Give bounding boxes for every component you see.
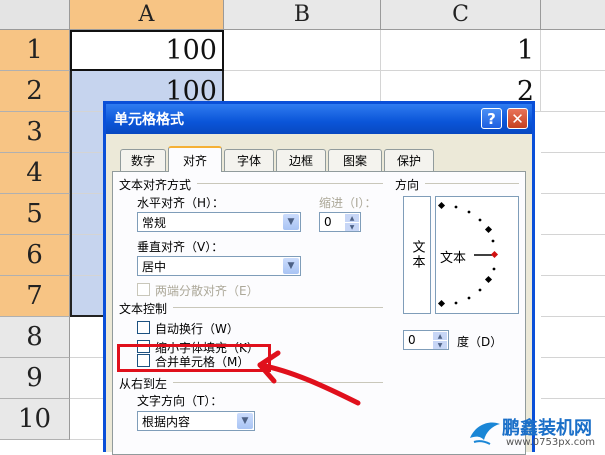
column-header-a[interactable]: A <box>70 0 224 30</box>
group-divider <box>173 307 383 308</box>
cell-c1[interactable]: 1 <box>381 30 541 71</box>
column-header-c[interactable]: C <box>381 0 541 30</box>
select-all-corner[interactable] <box>0 0 70 30</box>
wrap-text-checkbox[interactable] <box>137 321 150 334</box>
text-control-group-label: 文本控制 <box>119 302 168 316</box>
row-header-8[interactable]: 8 <box>0 317 70 358</box>
spin-up-icon[interactable]: ▲ <box>345 214 359 222</box>
orientation-dial[interactable]: 文本 <box>435 196 519 314</box>
cell-d7[interactable] <box>541 276 605 317</box>
cell-d6[interactable] <box>541 235 605 276</box>
row-header-2[interactable]: 2 <box>0 71 70 112</box>
text-direction-select[interactable]: 根据内容 ▼ <box>137 411 255 431</box>
right-to-left-group-label: 从右到左 <box>119 377 168 391</box>
chevron-down-icon[interactable]: ▼ <box>283 214 299 230</box>
tab-patterns[interactable]: 图案 <box>328 149 382 171</box>
row-header-10[interactable]: 10 <box>0 399 70 440</box>
cell-d5[interactable] <box>541 194 605 235</box>
cell-d4[interactable] <box>541 153 605 194</box>
cell-d1[interactable] <box>541 30 605 71</box>
horizontal-align-label: 水平对齐（H）： <box>137 196 225 210</box>
dialog-title: 单元格格式 <box>114 112 184 128</box>
row-header-7[interactable]: 7 <box>0 276 70 317</box>
chevron-down-icon[interactable]: ▼ <box>283 258 299 274</box>
vertical-text-sample: 文本 <box>409 240 425 270</box>
text-direction-label: 文字方向（T）： <box>137 394 223 408</box>
horizontal-align-select[interactable]: 常规 ▼ <box>137 212 301 232</box>
tab-border[interactable]: 边框 <box>276 149 326 171</box>
cell-d3[interactable] <box>541 112 605 153</box>
text-alignment-group-label: 文本对齐方式 <box>119 178 192 192</box>
wrap-text-label: 自动换行（W） <box>155 322 239 336</box>
vertical-text-orientation[interactable]: 文本 <box>403 196 431 314</box>
alignment-panel: 文本对齐方式 水平对齐（H）： 常规 ▼ 缩进（I）： 0 ▲ ▼ 垂直对齐（V… <box>112 171 526 455</box>
degrees-value: 0 <box>408 333 416 347</box>
vertical-align-label: 垂直对齐（V）： <box>137 240 224 254</box>
watermark-url: www.0753px.com <box>506 437 596 448</box>
column-header-b[interactable]: B <box>224 0 381 30</box>
justify-distributed-label: 两端分散对齐（E） <box>155 284 259 298</box>
cell-d8[interactable] <box>541 317 605 358</box>
cell-a1[interactable]: 100 <box>70 30 224 71</box>
horizontal-text-sample: 文本 <box>440 251 467 266</box>
row-header-3[interactable]: 3 <box>0 112 70 153</box>
vertical-align-select[interactable]: 居中 ▼ <box>137 256 301 276</box>
cell-d9[interactable] <box>541 358 605 399</box>
indent-value: 0 <box>324 215 332 229</box>
merge-cells-checkbox[interactable] <box>137 354 150 367</box>
spin-down-icon[interactable]: ▼ <box>433 341 447 349</box>
text-direction-value: 根据内容 <box>142 414 191 429</box>
spin-down-icon[interactable]: ▼ <box>345 223 359 231</box>
cell-d2[interactable] <box>541 71 605 112</box>
row-header-1[interactable]: 1 <box>0 30 70 71</box>
indent-label: 缩进（I）： <box>319 196 377 210</box>
justify-distributed-checkbox[interactable] <box>137 283 150 296</box>
row-header-4[interactable]: 4 <box>0 153 70 194</box>
dialog-titlebar[interactable]: 单元格格式 ? ✕ <box>106 104 532 134</box>
degrees-label: 度（D） <box>457 335 503 349</box>
indent-stepper[interactable]: 0 ▲ ▼ <box>319 212 361 232</box>
group-divider <box>197 183 383 184</box>
tab-protection[interactable]: 保护 <box>384 149 434 171</box>
column-header-d[interactable] <box>541 0 605 30</box>
orientation-group-label: 方向 <box>395 178 420 192</box>
tab-font[interactable]: 字体 <box>224 149 274 171</box>
help-button[interactable]: ? <box>481 108 502 129</box>
dolphin-logo-icon <box>470 422 500 445</box>
vertical-align-value: 居中 <box>142 259 167 274</box>
close-button[interactable]: ✕ <box>507 108 528 129</box>
row-header-5[interactable]: 5 <box>0 194 70 235</box>
shrink-to-fit-checkbox[interactable] <box>137 340 150 353</box>
group-divider <box>425 183 519 184</box>
row-header-9[interactable]: 9 <box>0 358 70 399</box>
chevron-down-icon[interactable]: ▼ <box>237 413 253 429</box>
degrees-stepper[interactable]: 0 ▲ ▼ <box>403 330 449 350</box>
row-header-6[interactable]: 6 <box>0 235 70 276</box>
tab-number[interactable]: 数字 <box>120 149 166 171</box>
horizontal-align-value: 常规 <box>142 215 167 230</box>
annotation-arrow-icon <box>257 350 361 406</box>
tab-alignment[interactable]: 对齐 <box>168 146 222 172</box>
spin-up-icon[interactable]: ▲ <box>433 332 447 340</box>
site-watermark: 鹏鑫装机网 www.0753px.com <box>468 412 605 452</box>
cell-b1[interactable] <box>224 30 381 71</box>
